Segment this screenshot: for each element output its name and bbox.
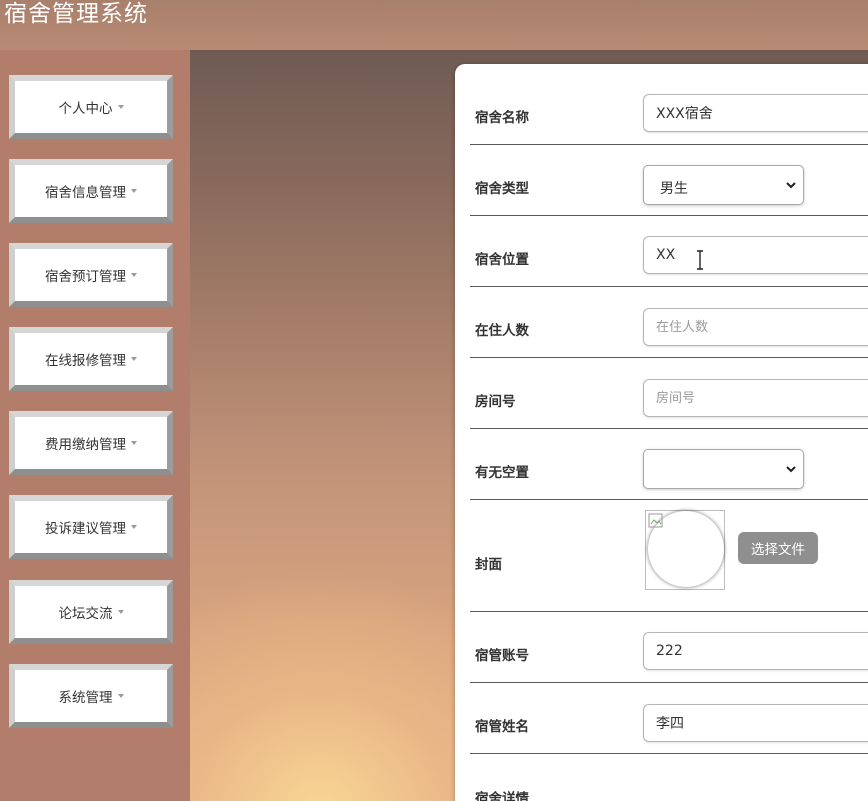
- form-row-dorm-location: 宿舍位置: [470, 216, 868, 287]
- occupants-input[interactable]: [643, 308, 868, 346]
- sidebar-item-label: 宿舍信息管理: [45, 185, 126, 201]
- dorm-name-input[interactable]: [643, 94, 868, 132]
- manager-name-label: 宿管姓名: [475, 719, 529, 735]
- form-row-manager-name: 宿管姓名: [470, 683, 868, 754]
- room-no-input[interactable]: [643, 379, 868, 417]
- form-row-cover: 封面 选择文件: [470, 500, 868, 612]
- dorm-name-label: 宿舍名称: [475, 110, 529, 126]
- sidebar-item-fee-payment[interactable]: 费用缴纳管理: [9, 411, 173, 475]
- sidebar-item-label: 系统管理: [58, 690, 113, 706]
- caret-down-icon: [131, 441, 137, 445]
- dorm-type-select[interactable]: 男生: [643, 165, 804, 205]
- vacancy-select[interactable]: [643, 449, 804, 489]
- sidebar-item-dorm-booking[interactable]: 宿舍预订管理: [9, 243, 173, 307]
- form-row-occupants: 在住人数: [470, 287, 868, 358]
- form-row-vacancy: 有无空置: [470, 429, 868, 500]
- caret-down-icon: [131, 525, 137, 529]
- watermark: CSDN @QQ188083800: [662, 777, 823, 793]
- dorm-location-input[interactable]: [643, 236, 868, 274]
- app-title: 宿舍管理系统: [4, 1, 148, 27]
- sidebar-item-label: 投诉建议管理: [45, 521, 126, 537]
- occupants-label: 在住人数: [475, 323, 529, 339]
- cover-label: 封面: [475, 557, 502, 573]
- cover-image-preview[interactable]: [645, 510, 725, 590]
- room-no-label: 房间号: [475, 394, 516, 410]
- text-cursor-icon: [697, 250, 703, 270]
- sidebar-item-label: 论坛交流: [58, 606, 113, 622]
- caret-down-icon: [131, 357, 137, 361]
- form-row-manager-account: 宿管账号: [470, 612, 868, 683]
- dorm-type-label: 宿舍类型: [475, 181, 529, 197]
- dorm-detail-label: 宿舍详情: [475, 791, 529, 801]
- app-header: 宿舍管理系统: [0, 0, 868, 50]
- manager-name-input[interactable]: [643, 704, 868, 742]
- caret-down-icon: [131, 273, 137, 277]
- caret-down-icon: [117, 694, 124, 698]
- chevron-down-icon: [786, 182, 796, 189]
- sidebar-item-label: 宿舍预订管理: [45, 269, 126, 285]
- sidebar-item-label: 在线报修管理: [45, 353, 126, 369]
- caret-down-icon: [131, 189, 137, 193]
- chevron-down-icon: [786, 466, 796, 473]
- caret-down-icon: [117, 105, 124, 109]
- sidebar-item-system[interactable]: 系统管理: [9, 664, 173, 728]
- dorm-location-label: 宿舍位置: [475, 252, 529, 268]
- sidebar-item-forum[interactable]: 论坛交流: [9, 580, 173, 644]
- sidebar-item-online-repair[interactable]: 在线报修管理: [9, 327, 173, 391]
- form-row-room-no: 房间号: [470, 358, 868, 429]
- form-row-dorm-type: 宿舍类型 男生: [470, 145, 868, 216]
- sidebar-item-complaints[interactable]: 投诉建议管理: [9, 495, 173, 559]
- sidebar-item-label: 个人中心: [58, 101, 113, 117]
- sidebar-item-personal-center[interactable]: 个人中心: [9, 75, 173, 139]
- manager-account-label: 宿管账号: [475, 648, 529, 664]
- sidebar-item-dorm-info[interactable]: 宿舍信息管理: [9, 159, 173, 223]
- form-row-dorm-name: 宿舍名称: [470, 80, 868, 145]
- broken-image-icon: [648, 513, 663, 528]
- sidebar-item-label: 费用缴纳管理: [45, 437, 126, 453]
- manager-account-input[interactable]: [643, 632, 868, 670]
- dorm-type-selected-value: 男生: [660, 181, 688, 197]
- choose-file-button[interactable]: 选择文件: [738, 532, 818, 564]
- caret-down-icon: [117, 610, 124, 614]
- vacancy-label: 有无空置: [475, 465, 529, 481]
